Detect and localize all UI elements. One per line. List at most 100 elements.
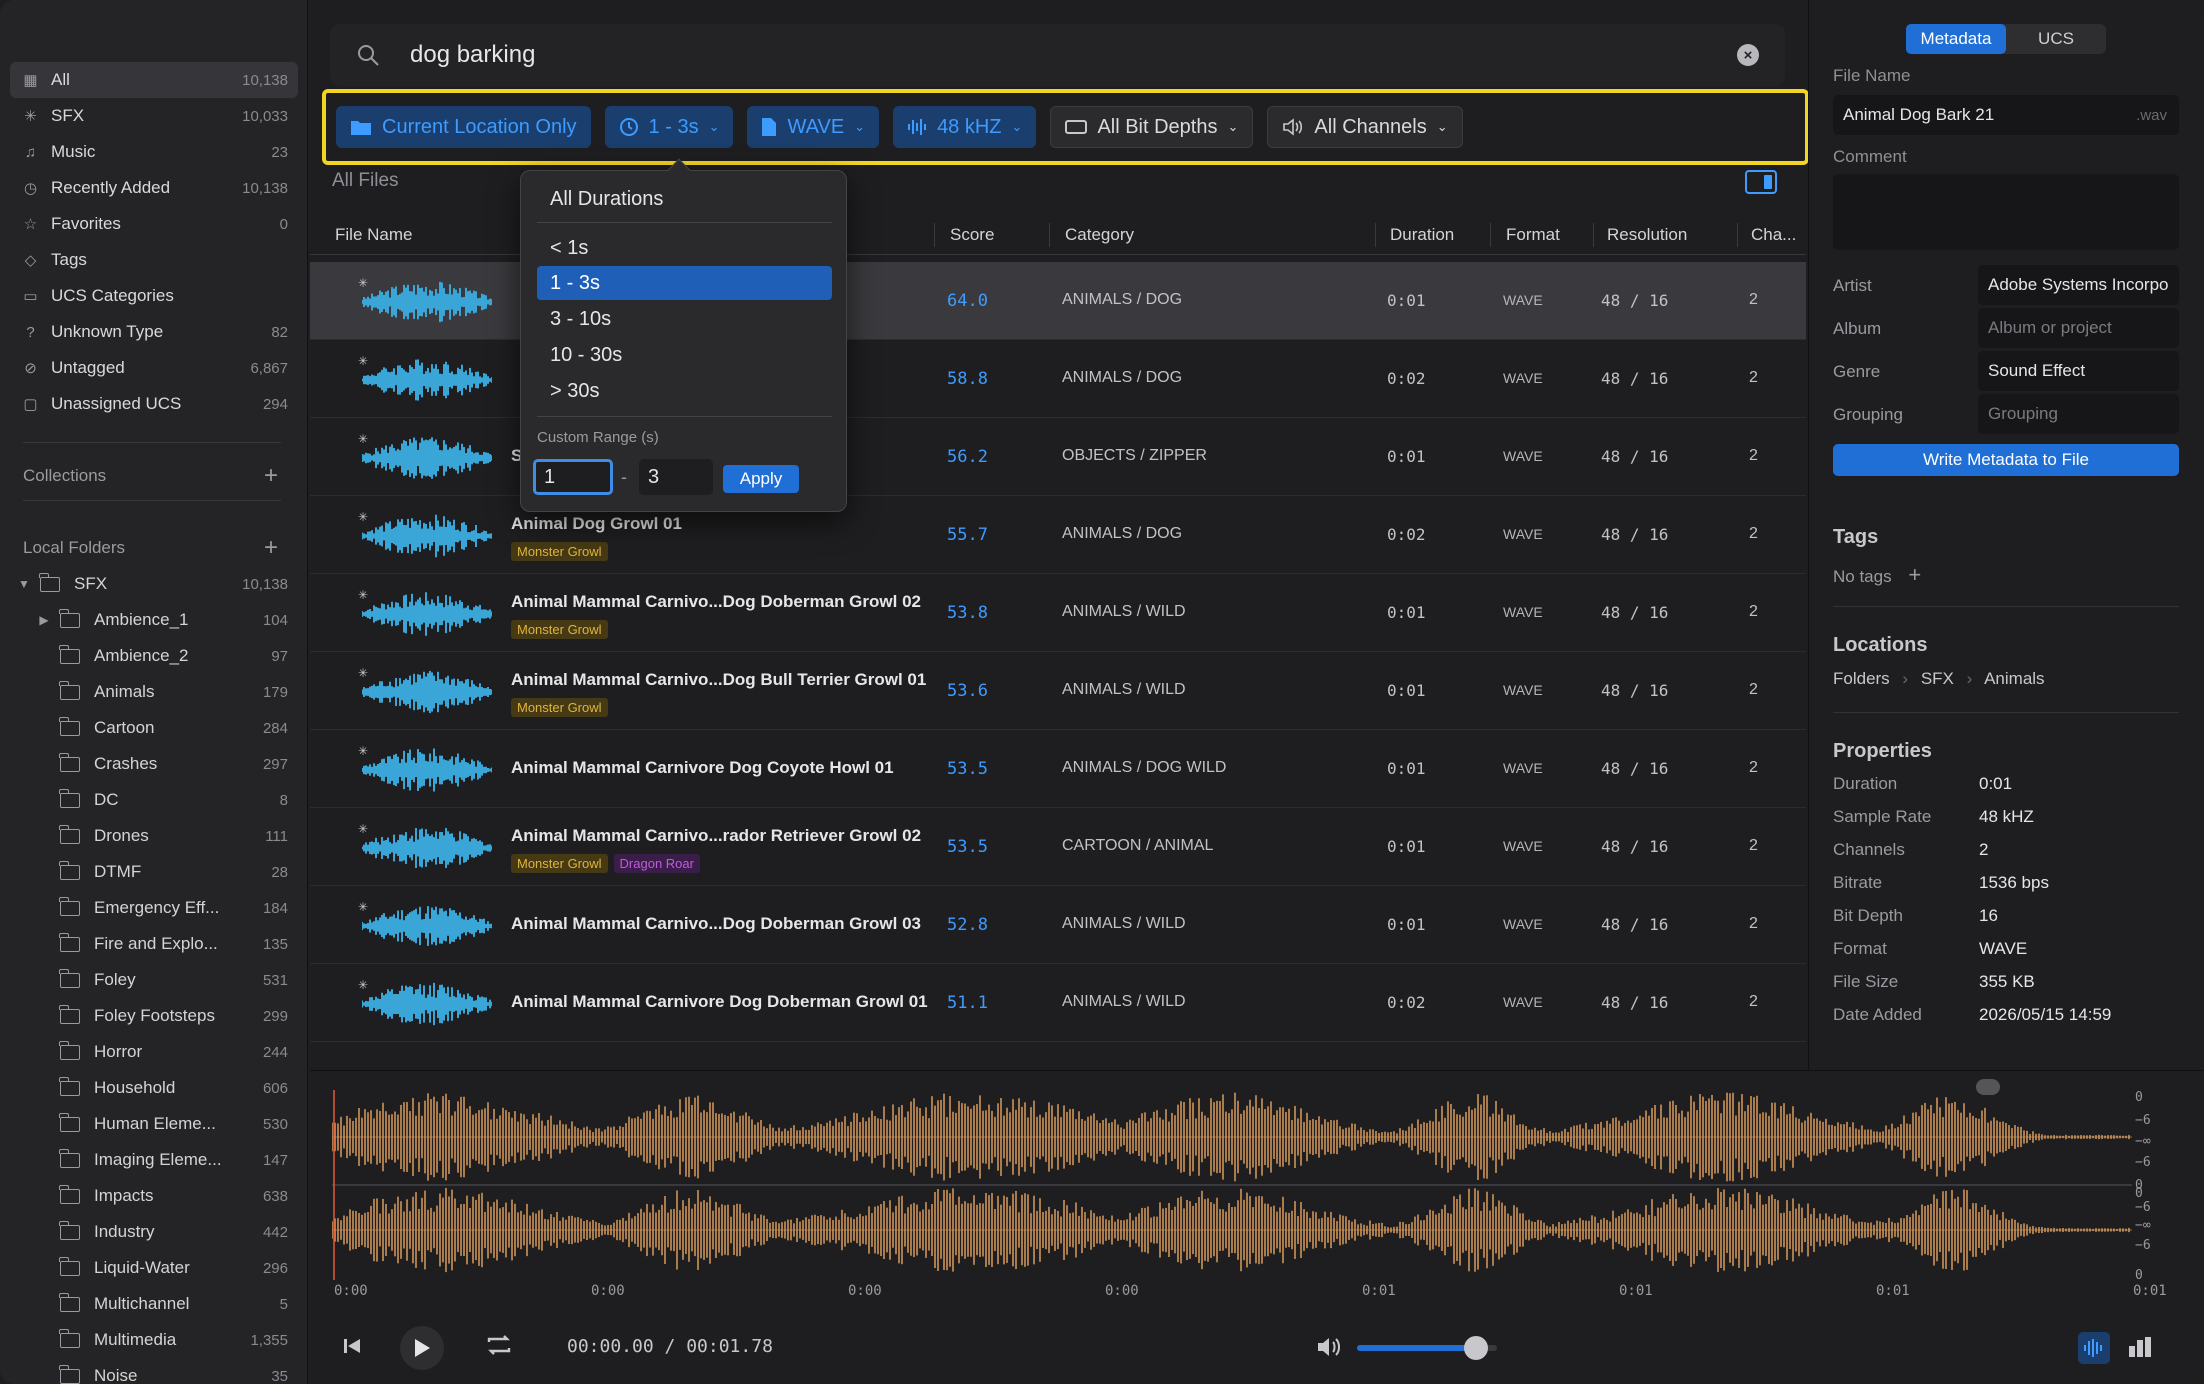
folder-item[interactable]: Impacts 638: [10, 1178, 298, 1214]
row-waveform[interactable]: ✳: [358, 276, 493, 326]
row-tag[interactable]: Monster Growl: [511, 698, 608, 717]
add-folder-icon[interactable]: +: [264, 534, 278, 562]
folder-item[interactable]: Horror 244: [10, 1034, 298, 1070]
search-bar[interactable]: dog barking ×: [330, 24, 1785, 86]
folder-item[interactable]: DC 8: [10, 782, 298, 818]
spectrum-view-button[interactable]: [2128, 1336, 2152, 1363]
duration-option-gt30[interactable]: > 30s: [537, 374, 832, 408]
folder-item[interactable]: Fire and Explo... 135: [10, 926, 298, 962]
folder-item[interactable]: DTMF 28: [10, 854, 298, 890]
tab-ucs[interactable]: UCS: [2006, 24, 2106, 54]
waveform-view-button[interactable]: [2078, 1332, 2110, 1364]
col-score[interactable]: Score: [950, 225, 994, 245]
row-waveform[interactable]: ✳: [358, 822, 493, 872]
folder-item[interactable]: Noise 35: [10, 1358, 298, 1384]
duration-option-1-3[interactable]: 1 - 3s: [537, 266, 832, 300]
col-format[interactable]: Format: [1506, 225, 1560, 245]
sidebar-item-favorites[interactable]: ☆ Favorites 0: [10, 206, 298, 242]
artist-input[interactable]: Adobe Systems Incorpo: [1978, 265, 2179, 305]
row-waveform[interactable]: ✳: [358, 354, 493, 404]
range-to-input[interactable]: 3: [639, 459, 713, 495]
folder-item[interactable]: ▶ Ambience_1 104: [10, 602, 298, 638]
sidebar-item-all[interactable]: ▦ All 10,138: [10, 62, 298, 98]
folder-item[interactable]: Ambience_2 97: [10, 638, 298, 674]
row-waveform[interactable]: ✳: [358, 744, 493, 794]
row-waveform[interactable]: ✳: [358, 900, 493, 950]
folder-item[interactable]: Multimedia 1,355: [10, 1322, 298, 1358]
row-tag[interactable]: Monster Growl: [511, 620, 608, 639]
disclosure-arrow-icon[interactable]: ▶: [36, 613, 52, 627]
folder-item[interactable]: Crashes 297: [10, 746, 298, 782]
collections-header[interactable]: Collections +: [23, 462, 278, 490]
folder-item[interactable]: Animals 179: [10, 674, 298, 710]
folder-item[interactable]: Imaging Eleme... 147: [10, 1142, 298, 1178]
row-waveform[interactable]: ✳: [358, 978, 493, 1028]
folder-item[interactable]: Multichannel 5: [10, 1286, 298, 1322]
sidebar-item-untagged[interactable]: ⊘ Untagged 6,867: [10, 350, 298, 386]
row-waveform[interactable]: ✳: [358, 588, 493, 638]
folder-item[interactable]: Liquid-Water 296: [10, 1250, 298, 1286]
channels-filter-button[interactable]: All Channels ⌄: [1267, 106, 1463, 148]
duration-option-10-30[interactable]: 10 - 30s: [537, 338, 832, 372]
folder-item[interactable]: Industry 442: [10, 1214, 298, 1250]
bit-depth-filter-button[interactable]: All Bit Depths ⌄: [1050, 106, 1254, 148]
row-tag[interactable]: Dragon Roar: [613, 854, 700, 873]
col-file-name[interactable]: File Name: [335, 225, 412, 245]
apply-range-button[interactable]: Apply: [723, 465, 799, 493]
search-input[interactable]: dog barking: [410, 41, 1737, 69]
row-waveform[interactable]: ✳: [358, 666, 493, 716]
folder-item[interactable]: Household 606: [10, 1070, 298, 1106]
tab-metadata[interactable]: Metadata: [1906, 24, 2006, 54]
row-waveform[interactable]: ✳: [358, 432, 493, 482]
file-name-field[interactable]: Animal Dog Bark 21 .wav: [1833, 95, 2179, 135]
table-row[interactable]: ✳ Animal Mammal Carnivo...Dog Bull Terri…: [310, 652, 1806, 730]
table-row[interactable]: ✳ Animal Mammal Carnivore Dog Coyote How…: [310, 730, 1806, 808]
clear-search-icon[interactable]: ×: [1737, 44, 1759, 66]
waveform-display[interactable]: [332, 1090, 2150, 1354]
folder-item[interactable]: Drones 111: [10, 818, 298, 854]
sidebar-item-sfx[interactable]: ✳ SFX 10,033: [10, 98, 298, 134]
location-filter-button[interactable]: Current Location Only: [336, 106, 591, 148]
table-row[interactable]: ✳ Animal Mammal Carnivo...rador Retrieve…: [310, 808, 1806, 886]
col-category[interactable]: Category: [1065, 225, 1134, 245]
volume-icon[interactable]: [1316, 1336, 1342, 1363]
breadcrumb-animals[interactable]: Animals: [1984, 669, 2044, 688]
play-button[interactable]: [400, 1326, 444, 1370]
add-collection-icon[interactable]: +: [264, 462, 278, 490]
duration-option-3-10[interactable]: 3 - 10s: [537, 302, 832, 336]
table-row[interactable]: ✳ Animal Mammal Carnivo...Dog Doberman G…: [310, 886, 1806, 964]
row-tag[interactable]: Monster Growl: [511, 854, 608, 873]
comment-field[interactable]: [1833, 174, 2179, 250]
folder-item[interactable]: ▼ SFX 10,138: [10, 566, 298, 602]
sidebar-item-ucs-categories[interactable]: ▭ UCS Categories: [10, 278, 298, 314]
volume-slider[interactable]: [1357, 1336, 1497, 1360]
folder-item[interactable]: Emergency Eff... 184: [10, 890, 298, 926]
grouping-input[interactable]: Grouping: [1978, 394, 2179, 434]
breadcrumb-sfx[interactable]: SFX: [1921, 669, 1954, 688]
genre-input[interactable]: Sound Effect: [1978, 351, 2179, 391]
duration-option-all[interactable]: All Durations: [537, 182, 832, 216]
format-filter-button[interactable]: WAVE ⌄: [747, 106, 880, 148]
sidebar-item-unassigned-ucs[interactable]: ▢ Unassigned UCS 294: [10, 386, 298, 422]
duration-option-lt1[interactable]: < 1s: [537, 231, 832, 265]
folder-item[interactable]: Foley Footsteps 299: [10, 998, 298, 1034]
folder-item[interactable]: Human Eleme... 530: [10, 1106, 298, 1142]
row-tag[interactable]: Monster Growl: [511, 542, 608, 561]
disclosure-arrow-icon[interactable]: ▼: [16, 577, 32, 591]
row-waveform[interactable]: ✳: [358, 510, 493, 560]
sidebar-item-tags[interactable]: ◇ Tags: [10, 242, 298, 278]
table-row[interactable]: ✳ Animal Mammal Carnivore Dog Doberman G…: [310, 964, 1806, 1042]
zoom-slider-handle[interactable]: [1976, 1079, 2000, 1095]
loop-button[interactable]: [484, 1332, 516, 1360]
write-metadata-button[interactable]: Write Metadata to File: [1833, 444, 2179, 476]
range-from-input[interactable]: 1: [533, 459, 613, 495]
col-resolution[interactable]: Resolution: [1607, 225, 1687, 245]
skip-back-button[interactable]: [340, 1334, 364, 1358]
album-input[interactable]: Album or project: [1978, 308, 2179, 348]
col-channels[interactable]: Cha...: [1751, 225, 1796, 245]
folder-item[interactable]: Cartoon 284: [10, 710, 298, 746]
sidebar-item-music[interactable]: ♫ Music 23: [10, 134, 298, 170]
col-duration[interactable]: Duration: [1390, 225, 1454, 245]
sample-rate-filter-button[interactable]: 48 kHZ ⌄: [893, 106, 1037, 148]
sidebar-item-recently-added[interactable]: ◷ Recently Added 10,138: [10, 170, 298, 206]
